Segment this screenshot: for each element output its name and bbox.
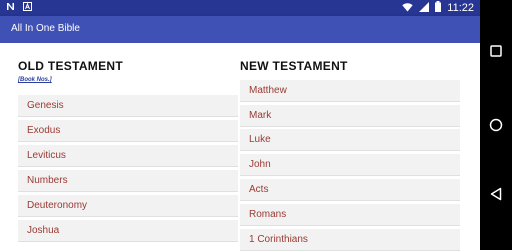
book-mark[interactable]: Mark: [240, 105, 460, 127]
book-luke[interactable]: Luke: [240, 129, 460, 151]
old-testament-heading: OLD TESTAMENT: [18, 59, 124, 73]
status-right-icons: 11:22: [402, 1, 474, 15]
book-leviticus[interactable]: Leviticus: [18, 145, 238, 167]
book-matthew[interactable]: Matthew: [240, 80, 460, 102]
recents-button[interactable]: [480, 44, 512, 62]
recents-square-icon: [490, 44, 502, 62]
book-deuteronomy[interactable]: Deuteronomy: [18, 195, 238, 217]
app-bar: All In One Bible: [0, 16, 480, 43]
book-acts[interactable]: Acts: [240, 179, 460, 201]
back-button[interactable]: [480, 187, 512, 206]
status-time: 11:22: [447, 2, 474, 14]
main-content[interactable]: OLD TESTAMENT [Book Nos.] Genesis Exodus…: [0, 43, 480, 251]
book-1-corinthians[interactable]: 1 Corinthians: [240, 229, 460, 251]
status-left-icons: [6, 2, 32, 14]
battery-icon: [435, 1, 442, 15]
book-exodus[interactable]: Exodus: [18, 120, 238, 142]
home-circle-icon: [489, 118, 503, 137]
book-john[interactable]: John: [240, 154, 460, 176]
book-nos-link[interactable]: [Book Nos.]: [18, 77, 52, 83]
navigation-bar: [480, 0, 512, 250]
book-romans[interactable]: Romans: [240, 204, 460, 226]
app-title: All In One Bible: [11, 23, 80, 34]
notification-a-icon: [23, 2, 32, 14]
signal-icon: [419, 1, 430, 15]
home-button[interactable]: [480, 118, 512, 137]
notification-n-icon: [6, 2, 15, 14]
book-joshua[interactable]: Joshua: [18, 220, 238, 242]
back-triangle-icon: [490, 187, 502, 206]
status-bar: 11:22: [0, 0, 480, 16]
wifi-icon: [402, 2, 413, 15]
book-genesis[interactable]: Genesis: [18, 95, 238, 117]
new-testament-heading: NEW TESTAMENT: [240, 59, 348, 73]
book-numbers[interactable]: Numbers: [18, 170, 238, 192]
